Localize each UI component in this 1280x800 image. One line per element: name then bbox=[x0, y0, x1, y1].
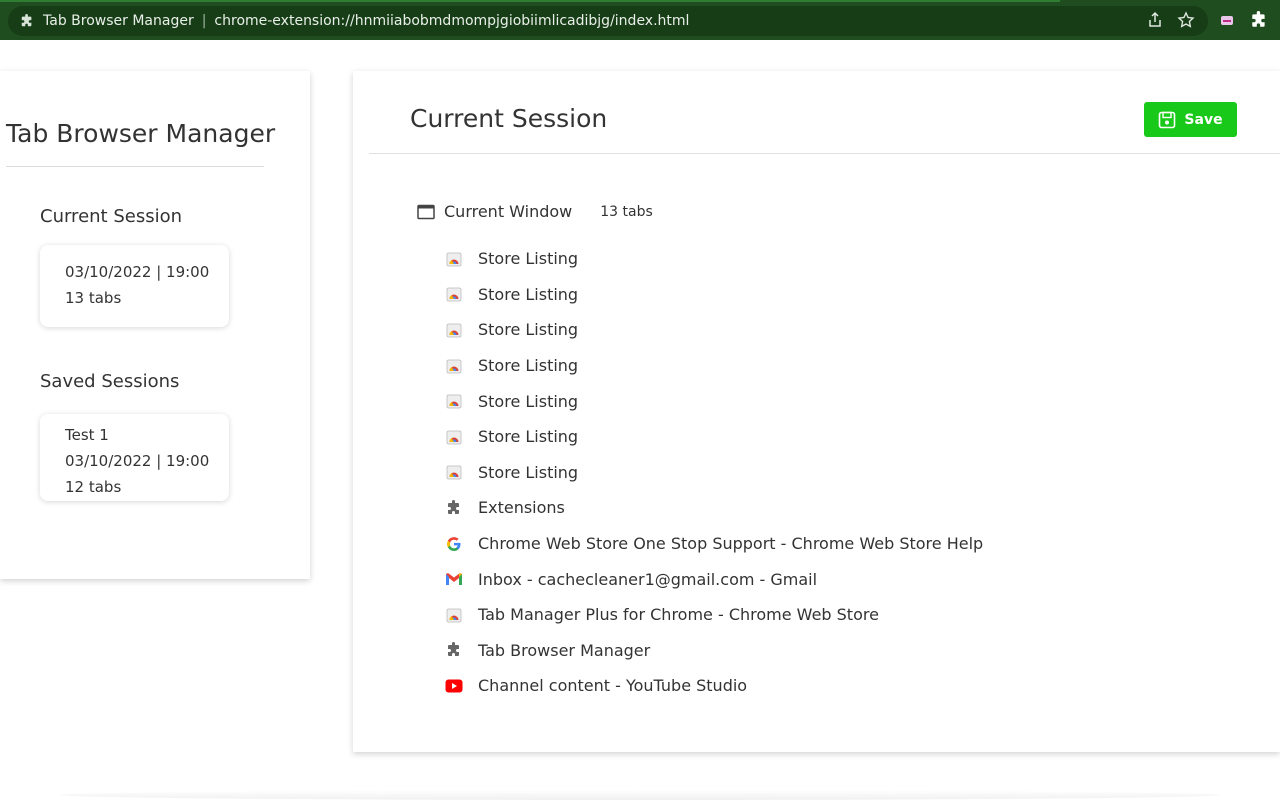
tab-title: Inbox - cachecleaner1@gmail.com - Gmail bbox=[478, 569, 818, 589]
saved-sessions-heading: Saved Sessions bbox=[40, 371, 180, 392]
save-button[interactable]: Save bbox=[1144, 102, 1237, 137]
webstore-icon bbox=[445, 285, 463, 303]
youtube-icon bbox=[445, 677, 463, 695]
extension-app-icon[interactable] bbox=[1218, 11, 1236, 29]
extensions-menu-icon[interactable] bbox=[1250, 11, 1268, 29]
tab-item[interactable]: Store Listing bbox=[445, 348, 983, 384]
saved-session-name: Test 1 bbox=[65, 426, 109, 444]
header-divider bbox=[369, 153, 1280, 154]
page-title: Current Session bbox=[410, 104, 608, 133]
tab-list: Store Listing Store Listing Store Listing S… bbox=[445, 241, 983, 704]
bookmark-star-icon[interactable] bbox=[1177, 11, 1195, 29]
window-tab-count: 13 tabs bbox=[600, 203, 653, 220]
tab-item[interactable]: Store Listing bbox=[445, 383, 983, 419]
webstore-icon bbox=[445, 606, 463, 624]
tab-title: Store Listing bbox=[478, 427, 579, 447]
tab-item[interactable]: Store Listing bbox=[445, 312, 983, 348]
tab-title: Store Listing bbox=[478, 356, 579, 376]
webstore-icon bbox=[445, 392, 463, 410]
saved-session-datetime: 03/10/2022 | 19:00 bbox=[65, 452, 210, 470]
session-tab-count: 13 tabs bbox=[65, 289, 122, 307]
tab-title: Tab Manager Plus for Chrome - Chrome Web… bbox=[478, 605, 879, 625]
bottom-edge-shadow bbox=[60, 790, 1220, 800]
share-icon[interactable] bbox=[1146, 11, 1164, 29]
toolbar-accent-line bbox=[0, 0, 1060, 2]
window-label: Current Window bbox=[444, 202, 573, 221]
site-title: Tab Browser Manager bbox=[43, 13, 194, 29]
tab-title: Chrome Web Store One Stop Support - Chro… bbox=[478, 534, 984, 554]
app-title: Tab Browser Manager bbox=[6, 119, 276, 148]
tab-item[interactable]: Tab Browser Manager bbox=[445, 633, 983, 669]
tab-item[interactable]: Inbox - cachecleaner1@gmail.com - Gmail bbox=[445, 561, 983, 597]
webstore-icon bbox=[445, 250, 463, 268]
tab-item[interactable]: Extensions bbox=[445, 490, 983, 526]
session-datetime: 03/10/2022 | 19:00 bbox=[65, 263, 210, 281]
tab-title: Extensions bbox=[478, 498, 565, 518]
saved-session-card[interactable]: Test 1 03/10/2022 | 19:00 12 tabs bbox=[40, 414, 229, 501]
title-divider bbox=[6, 166, 264, 167]
tab-item[interactable]: Store Listing bbox=[445, 277, 983, 313]
webstore-icon bbox=[445, 321, 463, 339]
extension-puzzle-icon bbox=[21, 14, 32, 27]
tab-item[interactable]: Store Listing bbox=[445, 241, 983, 277]
tab-title: Store Listing bbox=[478, 320, 579, 340]
tab-item[interactable]: Store Listing bbox=[445, 455, 983, 491]
tab-title: Channel content - YouTube Studio bbox=[478, 676, 748, 696]
tab-title: Store Listing bbox=[478, 249, 579, 269]
tab-title: Store Listing bbox=[478, 462, 579, 482]
tab-item[interactable]: Tab Manager Plus for Chrome - Chrome Web… bbox=[445, 597, 983, 633]
puzzle-icon bbox=[445, 641, 463, 659]
url-text[interactable]: chrome-extension://hnmiiabobmdmompjgiobi… bbox=[214, 13, 689, 29]
puzzle-icon bbox=[445, 499, 463, 517]
webstore-icon bbox=[445, 357, 463, 375]
tab-item[interactable]: Channel content - YouTube Studio bbox=[445, 668, 983, 704]
browser-toolbar: Tab Browser Manager | chrome-extension:/… bbox=[0, 0, 1280, 40]
current-session-heading: Current Session bbox=[40, 206, 183, 227]
url-separator: | bbox=[201, 13, 207, 29]
sidebar: Tab Browser Manager Current Session 03/1… bbox=[0, 71, 310, 579]
window-icon bbox=[417, 204, 435, 219]
webstore-icon bbox=[445, 463, 463, 481]
main-panel: Current Session Save Current Window 13 t… bbox=[353, 71, 1280, 752]
current-session-card[interactable]: 03/10/2022 | 19:00 13 tabs bbox=[40, 245, 229, 327]
window-group-header[interactable]: Current Window 13 tabs bbox=[417, 202, 653, 221]
tab-title: Store Listing bbox=[478, 284, 579, 304]
floppy-disk-icon bbox=[1159, 111, 1176, 128]
tab-item[interactable]: Store Listing bbox=[445, 419, 983, 455]
tab-title: Store Listing bbox=[478, 391, 579, 411]
webstore-icon bbox=[445, 428, 463, 446]
tab-item[interactable]: Chrome Web Store One Stop Support - Chro… bbox=[445, 526, 983, 562]
tab-title: Tab Browser Manager bbox=[478, 640, 651, 660]
gmail-icon bbox=[445, 570, 463, 588]
google-icon bbox=[445, 535, 463, 553]
address-bar[interactable]: Tab Browser Manager | chrome-extension:/… bbox=[8, 6, 1208, 36]
save-button-label: Save bbox=[1184, 111, 1223, 128]
saved-session-tab-count: 12 tabs bbox=[65, 478, 122, 496]
